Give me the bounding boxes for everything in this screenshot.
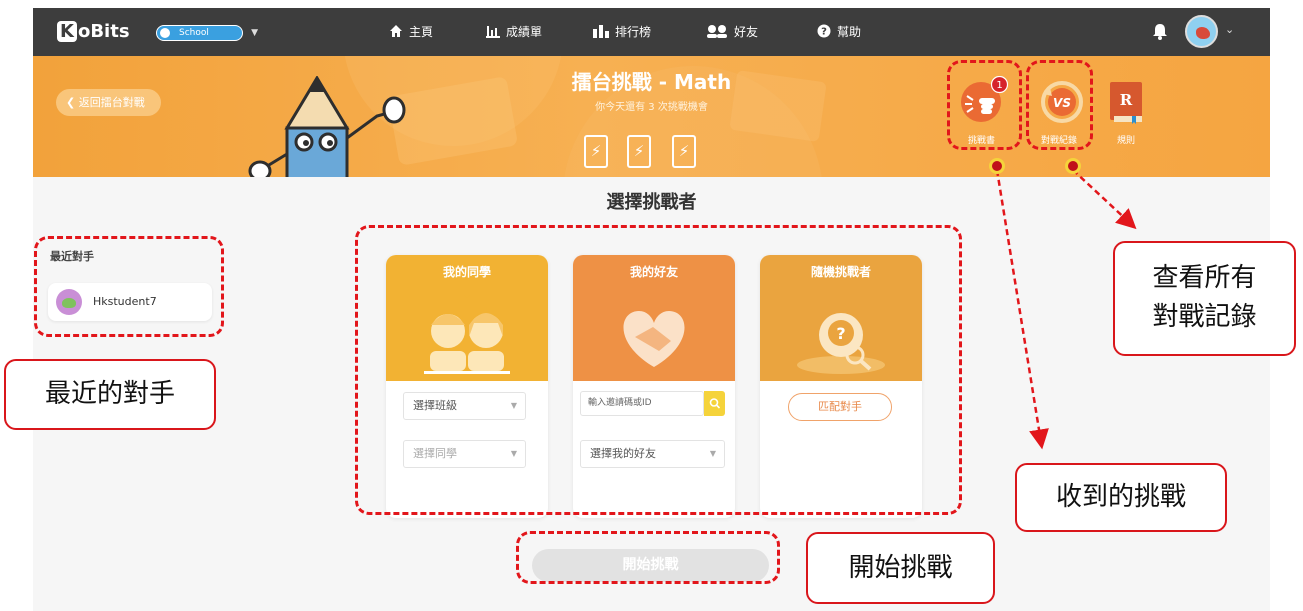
challenge-letters-marker	[989, 158, 1005, 174]
battle-records-marker	[1065, 158, 1081, 174]
screenshot-stage: KoBits School ▼ 主頁 成績單 排行榜 好友 ? 幫助 ⌄ ❮ 返…	[0, 0, 1303, 611]
view-records-line-2: 對戰記錄	[1152, 302, 1257, 332]
view-records-callout: 查看所有 對戰記錄	[1113, 241, 1296, 356]
recent-opponents-callout: 最近的對手	[4, 359, 216, 430]
view-records-line-1: 查看所有	[1152, 263, 1257, 293]
start-challenge-callout: 開始挑戰	[806, 532, 995, 604]
received-challenges-callout: 收到的挑戰	[1015, 463, 1227, 532]
